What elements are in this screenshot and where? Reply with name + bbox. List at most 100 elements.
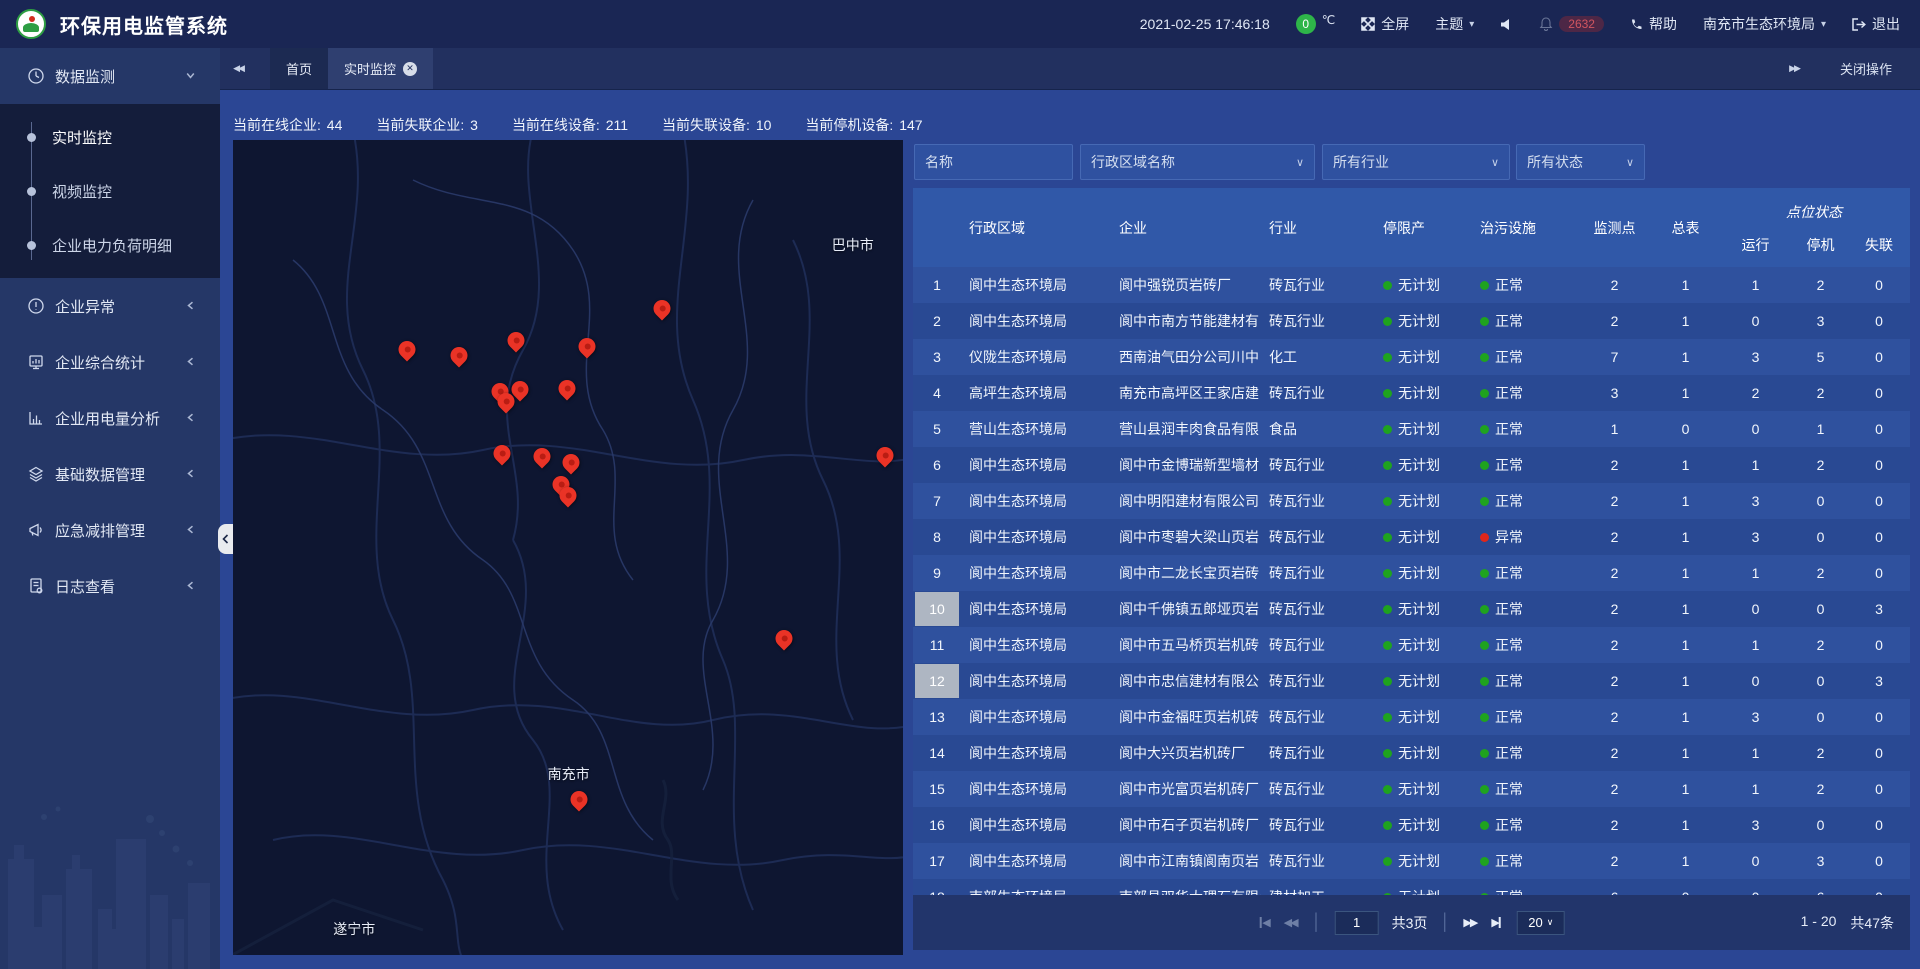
table-row[interactable]: 12 阆中生态环境局 阆中市忠信建材有限公 砖瓦行业 无计划 正常 2 1 0 … (913, 663, 1910, 699)
cell-lost: 0 (1848, 637, 1910, 653)
cell-limit-status: 无计划 (1375, 383, 1472, 403)
cell-monitor-points: 2 (1576, 277, 1653, 293)
cell-running: 0 (1718, 601, 1793, 617)
sidebar-group-3[interactable]: 企业用电量分析 (0, 390, 220, 446)
sidebar-group-label: 企业综合统计 (55, 352, 145, 373)
status-filter-select[interactable]: 所有状态 ∨ (1516, 144, 1645, 180)
row-index: 4 (913, 375, 961, 411)
help-button[interactable]: 帮助 (1630, 14, 1677, 34)
sidebar-group-4[interactable]: 基础数据管理 (0, 446, 220, 502)
table-row[interactable]: 8 阆中生态环境局 阆中市枣碧大梁山页岩 砖瓦行业 无计划 异常 2 1 3 0… (913, 519, 1910, 555)
next-page-button[interactable]: ▶▶ (1463, 916, 1478, 929)
cell-limit-status: 无计划 (1375, 671, 1472, 691)
cell-region: 营山生态环境局 (961, 419, 1111, 439)
row-index: 13 (913, 699, 961, 735)
page-size-select[interactable]: 20 ∨ (1517, 911, 1565, 935)
range-label: 1 - 20 (1801, 913, 1837, 933)
table-row[interactable]: 13 阆中生态环境局 阆中市金福旺页岩机砖 砖瓦行业 无计划 正常 2 1 3 … (913, 699, 1910, 735)
cell-total-meters: 1 (1653, 601, 1718, 617)
table-row[interactable]: 9 阆中生态环境局 阆中市二龙长宝页岩砖 砖瓦行业 无计划 正常 2 1 1 2… (913, 555, 1910, 591)
cell-region: 阆中生态环境局 (961, 311, 1111, 331)
table-row[interactable]: 14 阆中生态环境局 阆中大兴页岩机砖厂 砖瓦行业 无计划 正常 2 1 1 2… (913, 735, 1910, 771)
sidebar-group-0[interactable]: 数据监测 (0, 48, 220, 104)
col-header: 治污设施 (1472, 188, 1576, 267)
table-row[interactable]: 2 阆中生态环境局 阆中市南方节能建材有 砖瓦行业 无计划 正常 2 1 0 3… (913, 303, 1910, 339)
first-page-button[interactable]: ◀ (1258, 916, 1270, 929)
temperature-unit: ℃ (1322, 13, 1335, 27)
tabs-scroll-left-button[interactable]: ◀◀ (220, 48, 256, 89)
cell-limit-status: 无计划 (1375, 851, 1472, 871)
cell-stopped: 2 (1793, 781, 1848, 797)
sidebar-item-1[interactable]: 视频监控 (0, 164, 220, 218)
last-page-button[interactable]: ▶ (1491, 916, 1503, 929)
status-dot-icon (1480, 497, 1489, 506)
status-dot-icon (1383, 461, 1392, 470)
table-row[interactable]: 10 阆中生态环境局 阆中千佛镇五郎垭页岩 砖瓦行业 无计划 正常 2 1 0 … (913, 591, 1910, 627)
sidebar-group-6[interactable]: 日志查看 (0, 558, 220, 614)
cell-industry: 食品 (1261, 419, 1375, 439)
notification-count-badge: 2632 (1559, 16, 1604, 32)
table-row[interactable]: 18 南部生态环境局 南部县双华大理石有限公 建材加工 无计划 正常 6 0 0… (913, 879, 1910, 895)
table-row[interactable]: 11 阆中生态环境局 阆中市五马桥页岩机砖 砖瓦行业 无计划 正常 2 1 1 … (913, 627, 1910, 663)
cell-lost: 0 (1848, 277, 1910, 293)
table-row[interactable]: 3 仪陇生态环境局 西南油气田分公司川中 化工 无计划 正常 7 1 3 5 0 (913, 339, 1910, 375)
cell-facility-status: 正常 (1472, 851, 1576, 871)
status-dot-icon (1480, 785, 1489, 794)
table-row[interactable]: 4 高坪生态环境局 南充市高坪区王家店建 砖瓦行业 无计划 正常 3 1 2 2… (913, 375, 1910, 411)
cell-company: 阆中市二龙长宝页岩砖 (1111, 563, 1261, 583)
stat-label: 当前在线设备: (512, 117, 600, 133)
page-number-input[interactable] (1335, 911, 1379, 935)
theme-dropdown[interactable]: 主题 ▾ (1435, 14, 1474, 34)
cell-limit-status: 无计划 (1375, 419, 1472, 439)
name-filter-input[interactable] (914, 144, 1073, 180)
org-dropdown[interactable]: 南充市生态环境局 ▾ (1703, 14, 1826, 34)
cell-region: 阆中生态环境局 (961, 527, 1111, 547)
industry-filter-select[interactable]: 所有行业 ∨ (1322, 144, 1510, 180)
table-row[interactable]: 16 阆中生态环境局 阆中市石子页岩机砖厂 砖瓦行业 无计划 正常 2 1 3 … (913, 807, 1910, 843)
cell-total-meters: 1 (1653, 817, 1718, 833)
col-header: 总表 (1653, 188, 1718, 267)
cell-region: 高坪生态环境局 (961, 383, 1111, 403)
table-row[interactable]: 5 营山生态环境局 营山县润丰肉食品有限 食品 无计划 正常 1 0 0 1 0 (913, 411, 1910, 447)
sidebar-collapse-button[interactable] (218, 524, 233, 554)
cell-industry: 砖瓦行业 (1261, 635, 1375, 655)
sidebar-group-2[interactable]: 企业综合统计 (0, 334, 220, 390)
map-panel[interactable]: 巴中市南充市遂宁市 (233, 140, 903, 955)
mute-button[interactable] (1500, 18, 1513, 31)
sidebar-item-2[interactable]: 企业电力负荷明细 (0, 218, 220, 272)
status-filter-value: 所有状态 (1527, 152, 1583, 172)
status-dot-icon (1383, 497, 1392, 506)
table-row[interactable]: 17 阆中生态环境局 阆中市江南镇阆南页岩 砖瓦行业 无计划 正常 2 1 0 … (913, 843, 1910, 879)
filter-row: 行政区域名称 ∨ 所有行业 ∨ 所有状态 ∨ (913, 144, 1910, 180)
status-dot-icon (1383, 317, 1392, 326)
chevron-left-icon (185, 468, 196, 479)
cell-monitor-points: 2 (1576, 781, 1653, 797)
fullscreen-button[interactable]: 全屏 (1361, 14, 1409, 34)
tab-home[interactable]: 首页 (270, 48, 328, 89)
table-row[interactable]: 6 阆中生态环境局 阆中市金博瑞新型墙材 砖瓦行业 无计划 正常 2 1 1 2… (913, 447, 1910, 483)
status-dot-icon (1480, 389, 1489, 398)
sidebar-group-1[interactable]: 企业异常 (0, 278, 220, 334)
alert-circle-icon (27, 297, 45, 315)
region-filter-select[interactable]: 行政区域名称 ∨ (1080, 144, 1315, 180)
sidebar-item-0[interactable]: 实时监控 (0, 110, 220, 164)
col-header: 监测点 (1576, 188, 1653, 267)
pagination-summary: 1 - 20 共47条 (1801, 913, 1894, 933)
theme-label: 主题 (1435, 14, 1463, 34)
cell-stopped: 2 (1793, 637, 1848, 653)
tab-realtime-monitor[interactable]: 实时监控 ✕ (328, 48, 433, 89)
tab-label: 实时监控 (344, 59, 396, 78)
table-row[interactable]: 15 阆中生态环境局 阆中市光富页岩机砖厂 砖瓦行业 无计划 正常 2 1 1 … (913, 771, 1910, 807)
row-index: 12 (913, 663, 961, 699)
stat-label: 当前在线企业: (233, 117, 321, 133)
table-row[interactable]: 7 阆中生态环境局 阆中明阳建材有限公司 砖瓦行业 无计划 正常 2 1 3 0… (913, 483, 1910, 519)
close-operations-button[interactable]: 关闭操作 (1840, 59, 1892, 78)
sidebar-group-5[interactable]: 应急减排管理 (0, 502, 220, 558)
prev-page-button[interactable]: ◀◀ (1284, 916, 1299, 929)
table-row[interactable]: 1 阆中生态环境局 阆中强锐页岩砖厂 砖瓦行业 无计划 正常 2 1 1 2 0 (913, 267, 1910, 303)
logout-button[interactable]: 退出 (1852, 14, 1900, 34)
notifications[interactable]: 2632 (1539, 16, 1604, 32)
status-dot-icon (1480, 641, 1489, 650)
tabs-scroll-right-button[interactable]: ▶▶ (1776, 63, 1812, 74)
tab-close-icon[interactable]: ✕ (403, 62, 417, 76)
